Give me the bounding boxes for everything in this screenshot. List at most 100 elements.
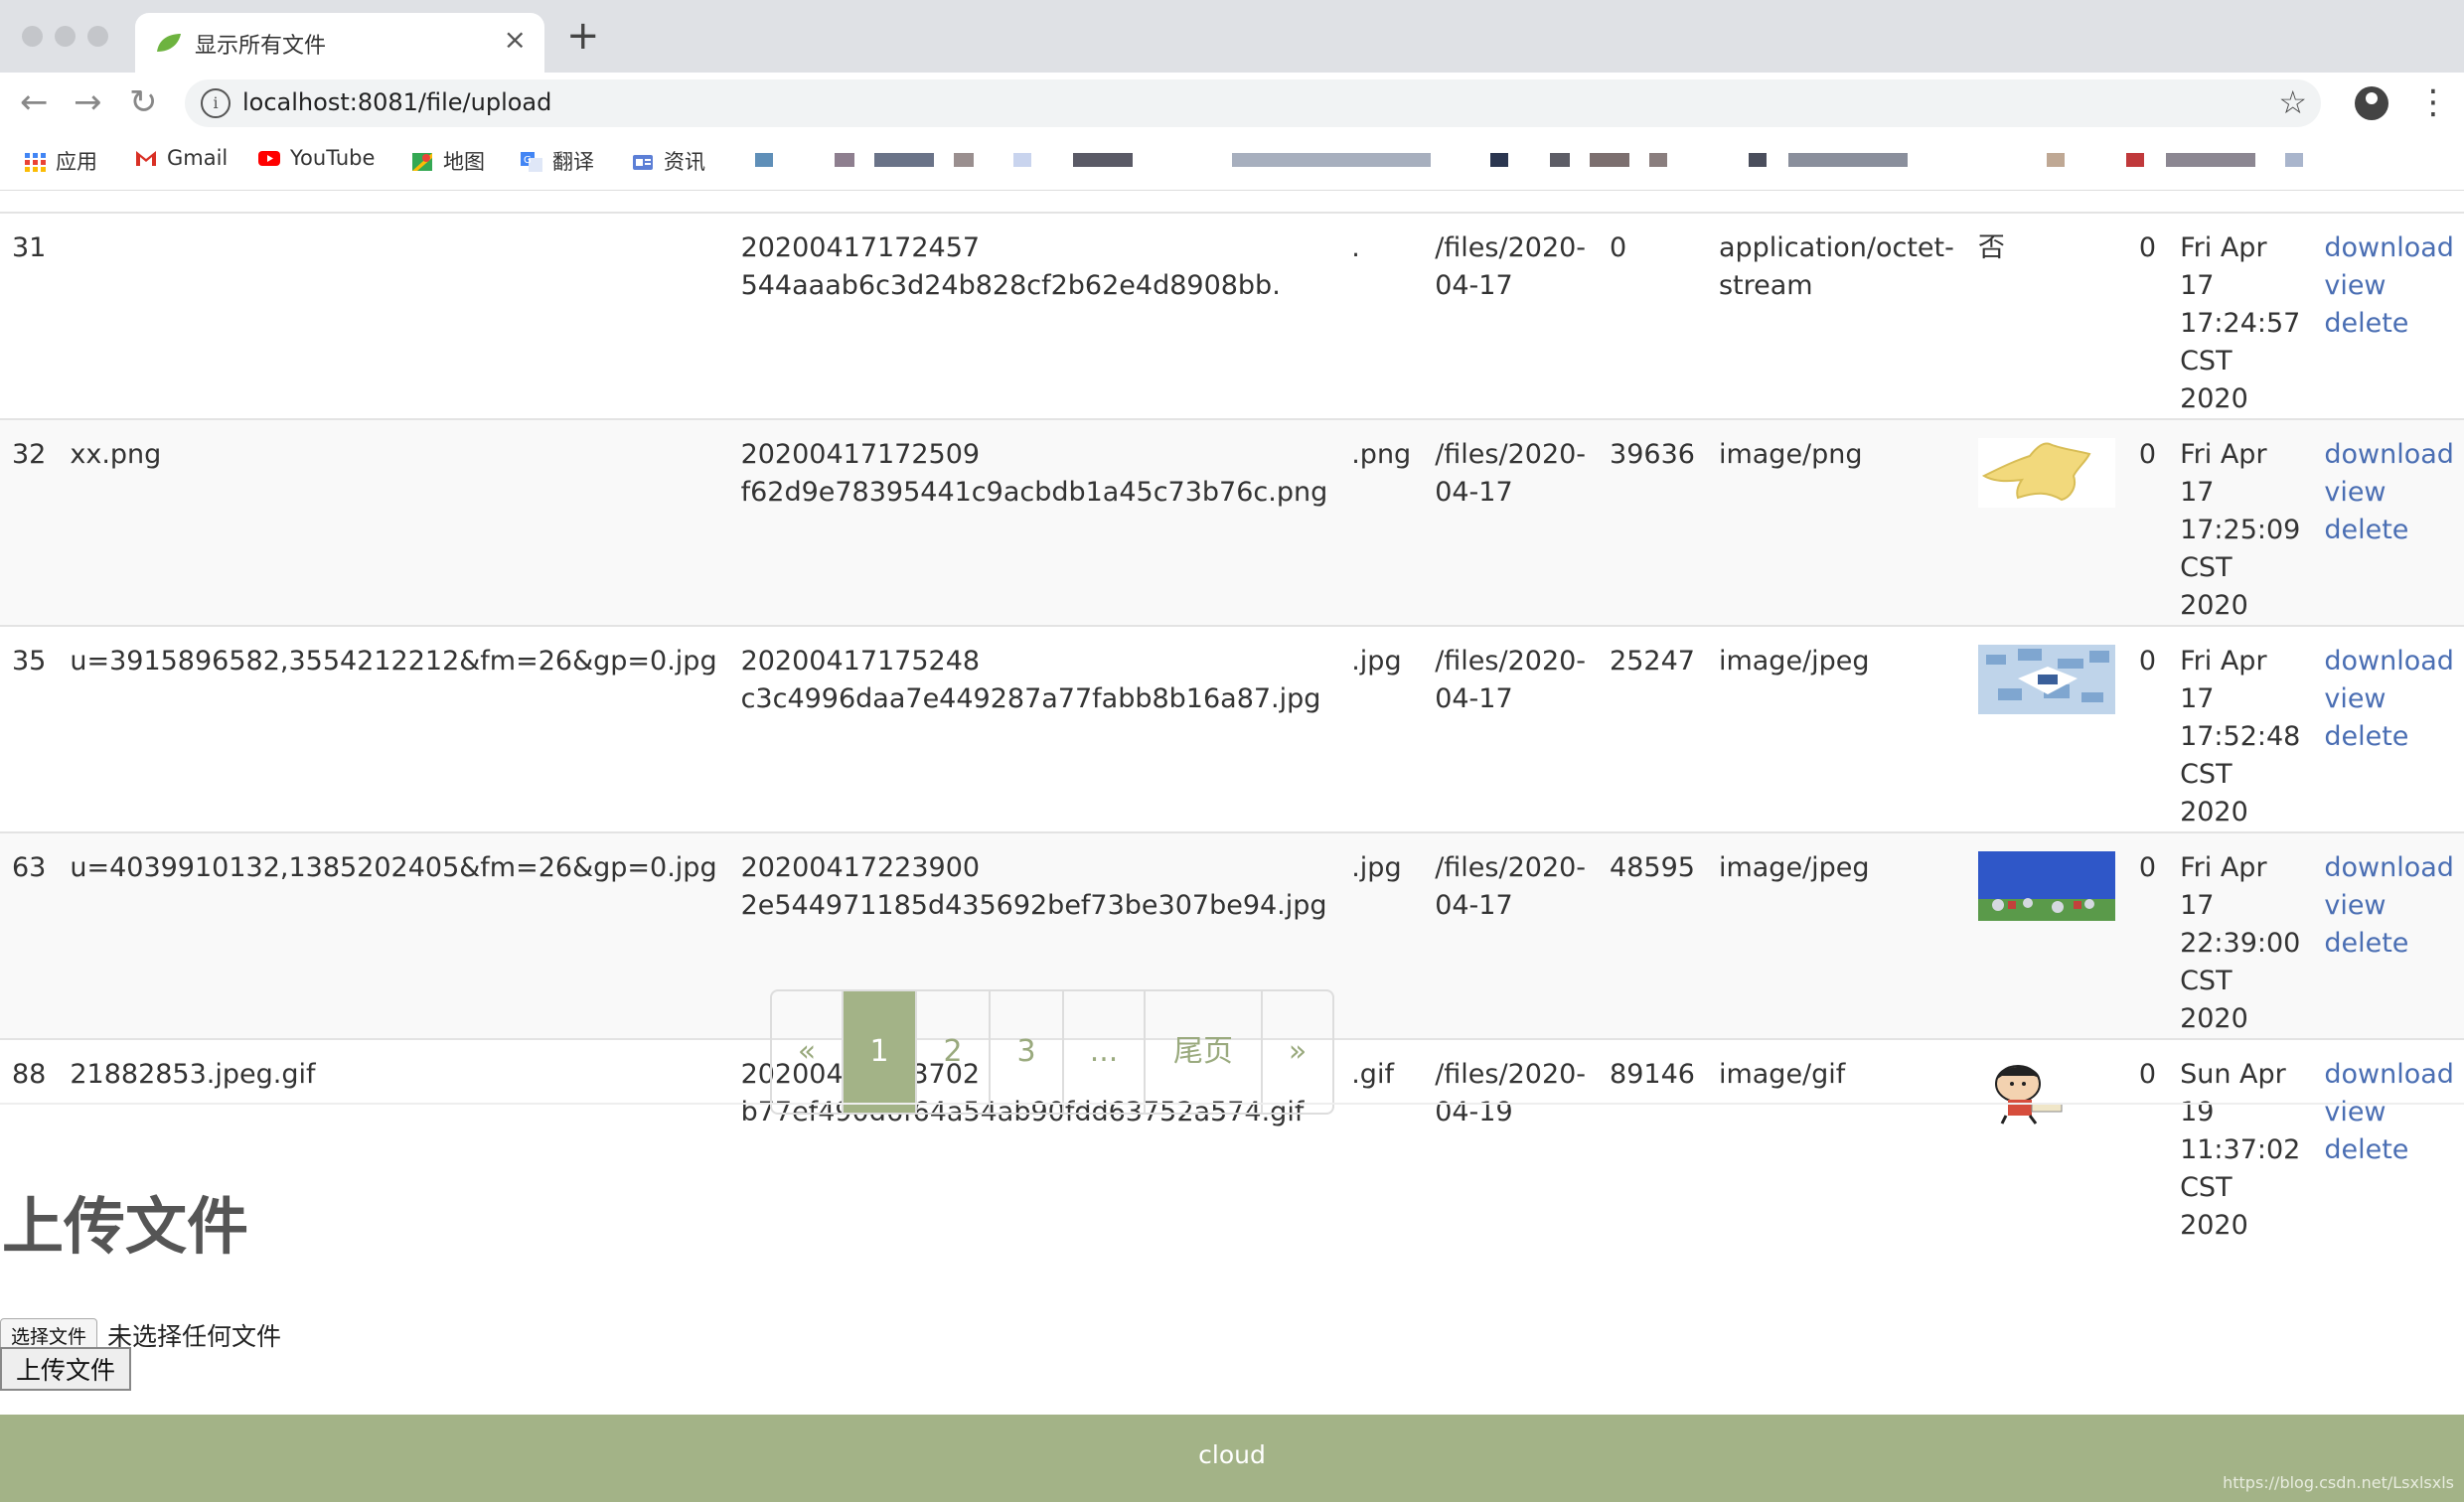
table-row: 35 u=3915896582,3554212212&fm=26&gp=0.jpg… [0, 625, 2464, 832]
pagination-prev[interactable]: « [772, 991, 842, 1113]
delete-link[interactable]: delete [2324, 305, 2454, 343]
cell-count: 0 [2126, 831, 2169, 1039]
stored-name-line1: 20200417172509 [740, 439, 981, 470]
gmail-icon [136, 151, 156, 166]
stored-name-line2: c3c4996daa7e449287a77fabb8b16a87.jpg [740, 683, 1321, 714]
date-line2: 11:37:02 CST [2180, 1134, 2301, 1203]
minimize-window-button[interactable] [55, 26, 76, 47]
cell-size: 0 [1598, 212, 1707, 419]
forward-arrow-icon[interactable]: → [74, 82, 102, 122]
new-tab-button[interactable]: + [566, 16, 600, 56]
url-text[interactable]: localhost:8081/file/upload [242, 88, 551, 116]
cell-name [58, 212, 729, 419]
bookmark-news[interactable]: 资讯 [632, 146, 705, 176]
youtube-icon [258, 151, 280, 166]
date-line2: 22:39:00 CST [2180, 928, 2301, 996]
news-icon [633, 155, 653, 170]
cell-id: 31 [0, 212, 59, 419]
upload-submit-button[interactable]: 上传文件 [0, 1347, 132, 1391]
date-line2: 17:24:57 CST [2180, 308, 2301, 376]
close-window-button[interactable] [22, 26, 43, 47]
type-line1: image/jpeg [1718, 852, 1870, 883]
cell-name: xx.png [58, 418, 729, 626]
date-line3: 2020 [2180, 383, 2248, 414]
bookmark-label: 翻译 [552, 150, 594, 174]
download-link[interactable]: download [2324, 1056, 2454, 1094]
cartoon-character-thumbnail-icon[interactable] [1977, 1058, 2115, 1127]
star-thumbnail-icon[interactable] [1977, 438, 2115, 508]
cell-count: 0 [2126, 418, 2169, 626]
pagination-page-3[interactable]: 3 [989, 991, 1062, 1113]
bookmark-gmail[interactable]: Gmail [135, 146, 228, 170]
date-line1: Fri Apr 17 [2180, 439, 2267, 508]
delete-link[interactable]: delete [2324, 718, 2454, 756]
view-link[interactable]: view [2324, 1094, 2454, 1131]
pagination-page-2[interactable]: 2 [915, 991, 989, 1113]
close-tab-icon[interactable]: × [504, 23, 527, 56]
profile-avatar-icon[interactable] [2355, 86, 2388, 120]
date-line3: 2020 [2180, 1210, 2248, 1241]
date-line3: 2020 [2180, 590, 2248, 621]
cell-stored-name: 20200417175248 c3c4996daa7e449287a77fabb8… [728, 625, 1340, 832]
pagination-last[interactable]: 尾页 [1144, 991, 1261, 1113]
download-link[interactable]: download [2324, 229, 2454, 267]
cell-actions: download view delete [2312, 831, 2464, 1039]
bookmark-label: 地图 [443, 150, 485, 174]
cell-count: 0 [2126, 1038, 2169, 1245]
bookmark-apps[interactable]: 应用 [24, 146, 97, 176]
cartoon-scene-thumbnail-icon[interactable] [1977, 851, 2115, 921]
bookmark-maps[interactable]: 地图 [411, 146, 485, 176]
delete-link[interactable]: delete [2324, 925, 2454, 963]
view-link[interactable]: view [2324, 474, 2454, 512]
bookmark-star-icon[interactable]: ☆ [2278, 83, 2307, 121]
cell-path: /files/2020- 04-17 [1423, 418, 1599, 626]
cell-path: /files/2020- 04-17 [1423, 625, 1599, 832]
bookmark-youtube[interactable]: YouTube [258, 146, 375, 170]
site-info-icon[interactable]: i [201, 88, 231, 118]
cell-size: 48595 [1598, 831, 1707, 1039]
view-link[interactable]: view [2324, 887, 2454, 925]
cell-preview [1965, 831, 2127, 1039]
preview-text: 否 [1977, 232, 2005, 263]
path-line2: 04-17 [1435, 270, 1513, 301]
cell-size: 39636 [1598, 418, 1707, 626]
reload-icon[interactable]: ↻ [129, 82, 158, 122]
cell-count: 0 [2126, 212, 2169, 419]
address-bar[interactable]: i localhost:8081/file/upload ☆ [185, 79, 2321, 127]
pagination-next[interactable]: » [1261, 991, 1332, 1113]
path-line2: 04-19 [1435, 1097, 1513, 1127]
download-link[interactable]: download [2324, 849, 2454, 887]
back-arrow-icon[interactable]: ← [20, 82, 49, 122]
table-row: 32 xx.png 20200417172509 f62d9e78395441c9ac… [0, 418, 2464, 626]
download-link[interactable]: download [2324, 643, 2454, 680]
path-line1: /files/2020- [1435, 439, 1587, 470]
download-link[interactable]: download [2324, 436, 2454, 474]
browser-menu-icon[interactable]: ⋮ [2416, 82, 2450, 122]
cell-actions: download view delete [2312, 212, 2464, 419]
delete-link[interactable]: delete [2324, 512, 2454, 549]
path-line1: /files/2020- [1435, 646, 1587, 676]
stored-name-line1: 20200417223900 [740, 852, 981, 883]
footer: cloud https://blog.csdn.net/Lsxlsxls [0, 1415, 2464, 1502]
stored-name-line2: 544aaab6c3d24b828cf2b62e4d8908bb. [740, 270, 1281, 301]
browser-tab[interactable]: 显示所有文件 × [135, 13, 544, 73]
cell-actions: download view delete [2312, 418, 2464, 626]
stored-name-line2: f62d9e78395441c9acbdb1a45c73b76c.png [740, 477, 1328, 508]
bookmark-label: Gmail [167, 146, 229, 170]
cell-type: image/jpeg [1706, 625, 1966, 832]
pagination-page-1[interactable]: 1 [842, 991, 915, 1113]
bookmark-translate[interactable]: G 翻译 [521, 146, 594, 176]
blurred-bookmarks [755, 151, 2345, 169]
cell-extension: .jpg [1339, 625, 1424, 832]
type-line1: image/jpeg [1718, 646, 1870, 676]
bookmark-label: 应用 [56, 150, 97, 174]
maximize-window-button[interactable] [87, 26, 108, 47]
tab-title: 显示所有文件 [195, 34, 327, 59]
view-link[interactable]: view [2324, 680, 2454, 718]
stored-name-line1: 20200417175248 [740, 646, 981, 676]
cell-preview [1965, 418, 2127, 626]
footer-brand: cloud [1198, 1440, 1266, 1469]
delete-link[interactable]: delete [2324, 1131, 2454, 1169]
view-link[interactable]: view [2324, 267, 2454, 305]
pattern-thumbnail-icon[interactable] [1977, 645, 2115, 714]
